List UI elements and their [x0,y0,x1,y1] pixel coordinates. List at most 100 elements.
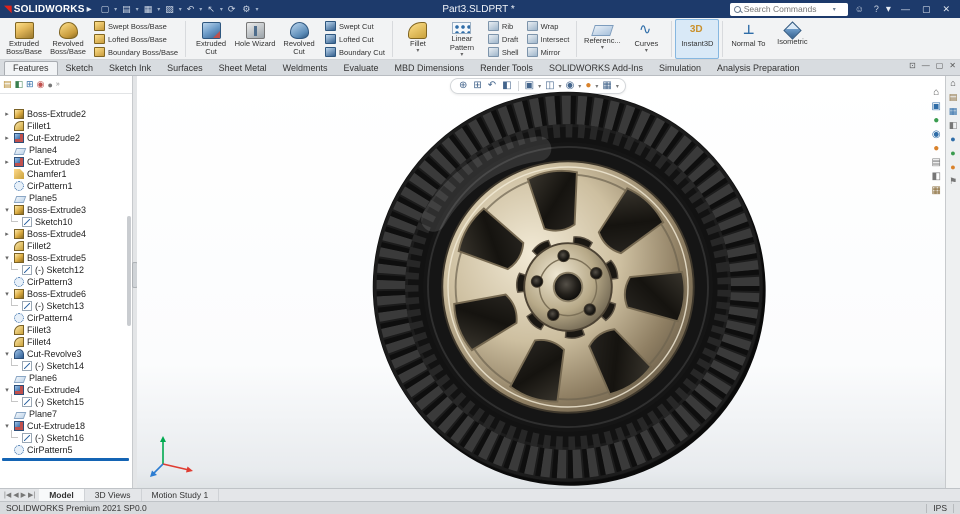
shell-button[interactable]: Shell [486,46,521,58]
tree-item-child[interactable]: Sketch10 [0,214,132,228]
tree-item[interactable]: Fillet2 [0,240,132,252]
tree-scrollbar-thumb[interactable] [127,216,131,326]
tab-sheet-metal[interactable]: Sheet Metal [211,62,275,75]
fillet-button[interactable]: Fillet ▾ [396,19,440,59]
taskpane-icon[interactable]: ▦ [932,186,941,196]
file-explorer-icon[interactable]: ▦ [949,107,958,116]
tree-item-child[interactable]: (-) Sketch15 [0,394,132,408]
new-document-icon[interactable]: ▢ [98,4,113,15]
select-caret-icon[interactable]: ▾ [219,6,224,13]
tree-item-child[interactable]: (-) Sketch12 [0,262,132,276]
tab-simulation[interactable]: Simulation [651,62,709,75]
next-tab-arrow-icon[interactable]: ▶ [21,491,26,499]
lofted-cut-button[interactable]: Lofted Cut [323,33,387,45]
scenes-icon[interactable]: ● [950,163,955,172]
linear-pattern-caret-icon[interactable]: ▾ [460,52,463,58]
first-tab-arrow-icon[interactable]: |◀ [4,491,11,499]
expand-arrow[interactable]: ▸ [3,158,11,166]
fillet-caret-icon[interactable]: ▾ [416,48,419,54]
taskpane-icon[interactable]: ● [933,116,939,126]
property-manager-tab-icon[interactable]: ◧ [15,79,24,90]
select-icon[interactable]: ↖ [204,4,218,15]
taskpane-icon[interactable]: ▤ [932,158,941,168]
tree-item[interactable]: ▸ Boss-Extrude2 [0,108,132,120]
revolved-cut-button[interactable]: Revolved Cut [277,19,321,59]
unit-system[interactable]: IPS [933,503,947,513]
reference-geometry-button[interactable]: Referenc... ▾ [580,19,624,59]
undo-icon[interactable]: ↶ [184,4,198,15]
tree-item[interactable]: ▾ Cut-Revolve3 [0,348,132,360]
rollback-bar[interactable] [2,458,129,461]
tree-item[interactable]: ▾ Cut-Extrude18 [0,420,132,432]
tree-item[interactable]: Fillet4 [0,336,132,348]
tab-sketch[interactable]: Sketch [58,62,102,75]
tree-item[interactable]: CirPattern4 [0,312,132,324]
taskpane-icon[interactable]: ▣ [932,102,941,112]
search-commands-box[interactable]: ▾ [729,2,848,16]
revolved-boss-button[interactable]: Revolved Boss/Base [46,19,90,59]
model-tire-render[interactable] [368,87,768,487]
options-caret-icon[interactable]: ▾ [255,6,260,13]
tab-evaluate[interactable]: Evaluate [336,62,387,75]
tab-motion-study-1[interactable]: Motion Study 1 [142,489,220,501]
configuration-manager-tab-icon[interactable]: ⊞ [26,79,34,90]
design-tree-tab-icon[interactable]: ▤ [3,79,12,90]
help-icon[interactable]: ? [871,4,882,14]
rebuild-icon[interactable]: ⟳ [225,4,239,15]
hole-wizard-button[interactable]: Hole Wizard [233,19,277,59]
prev-tab-arrow-icon[interactable]: ◀ [13,491,18,499]
tree-item[interactable]: Plane7 [0,408,132,420]
search-input[interactable] [743,4,830,14]
expand-arrow[interactable]: ▾ [3,386,11,394]
expand-arrow[interactable]: ▾ [3,290,11,298]
doc-close-icon[interactable]: ✕ [949,61,956,70]
swept-cut-button[interactable]: Swept Cut [323,20,387,32]
tab-analysis-preparation[interactable]: Analysis Preparation [709,62,808,75]
appearances-icon[interactable]: ● [950,135,955,144]
custom-properties-icon[interactable]: ⚑ [949,177,957,186]
doc-restore-icon[interactable]: ▢ [936,61,944,70]
tree-item[interactable]: ▸ Boss-Extrude4 [0,228,132,240]
help-caret-icon[interactable]: ▾ [886,4,891,15]
new-caret-icon[interactable]: ▾ [113,6,118,13]
open-icon[interactable]: ▤ [119,4,134,15]
print-icon[interactable]: ▧ [162,4,177,15]
open-caret-icon[interactable]: ▾ [135,6,140,13]
isometric-button[interactable]: Isometric [770,19,814,59]
tree-item[interactable]: ▸ Cut-Extrude3 [0,156,132,168]
tab-solidworks-add-ins[interactable]: SOLIDWORKS Add-Ins [541,62,651,75]
tree-item[interactable]: ▾ Boss-Extrude6 [0,288,132,300]
lofted-boss-button[interactable]: Lofted Boss/Base [92,33,180,45]
tree-item[interactable]: Fillet3 [0,324,132,336]
expand-arrow[interactable]: ▾ [3,206,11,214]
tab-features[interactable]: Features [4,61,58,75]
instant3d-button[interactable]: Instant3D [675,19,720,59]
tree-item[interactable]: Plane6 [0,372,132,384]
options-gear-icon[interactable]: ⚙ [239,4,253,15]
undo-caret-icon[interactable]: ▾ [198,6,203,13]
curves-caret-icon[interactable]: ▾ [645,48,648,54]
tree-item[interactable]: Fillet1 [0,120,132,132]
tree-item[interactable]: CirPattern1 [0,180,132,192]
expand-arrow[interactable]: ▾ [3,254,11,262]
view-palette-icon[interactable]: ◧ [949,121,958,130]
tabs-overflow-icon[interactable]: » [56,81,60,88]
taskpane-icon[interactable]: ◉ [932,130,941,140]
mirror-button[interactable]: Mirror [525,46,572,58]
decals-icon[interactable]: ● [950,149,955,158]
tree-item[interactable]: Chamfer1 [0,168,132,180]
tab-weldments[interactable]: Weldments [275,62,336,75]
expand-arrow[interactable]: ▸ [3,230,11,238]
close-button[interactable]: ✕ [936,4,956,15]
tree-item[interactable]: ▾ Cut-Extrude4 [0,384,132,396]
expand-arrow[interactable]: ▸ [3,134,11,142]
tree-item-child[interactable]: (-) Sketch13 [0,298,132,312]
maximize-button[interactable]: ▢ [916,4,937,15]
expand-arrow[interactable]: ▾ [3,422,11,430]
reference-caret-icon[interactable]: ▾ [601,45,604,51]
boundary-boss-button[interactable]: Boundary Boss/Base [92,46,180,58]
normal-to-button[interactable]: Normal To [726,19,770,59]
extruded-boss-button[interactable]: Extruded Boss/Base [2,19,46,59]
curves-button[interactable]: Curves ▾ [624,19,668,59]
tab-sketch-ink[interactable]: Sketch Ink [101,62,159,75]
